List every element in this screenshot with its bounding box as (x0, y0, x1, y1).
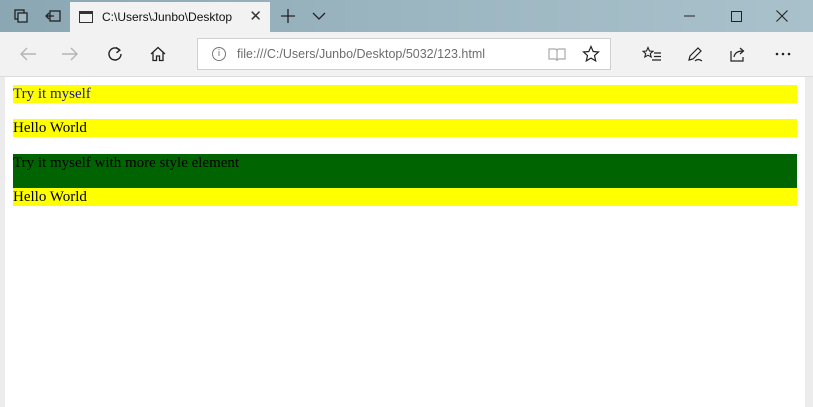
browser-window: C:\Users\Junbo\Desktop ✕ i file:///C:/Us… (0, 0, 813, 407)
favorites-hub-icon[interactable] (634, 32, 670, 76)
site-info-icon[interactable]: i (212, 47, 226, 61)
refresh-icon[interactable] (97, 32, 133, 76)
tab-close-icon[interactable]: ✕ (249, 9, 262, 24)
reading-view-icon[interactable] (548, 47, 566, 67)
page-content: Try it myself Hello World Try it myself … (5, 77, 805, 407)
title-bar: C:\Users\Junbo\Desktop ✕ (0, 0, 813, 32)
star-icon[interactable] (582, 45, 600, 68)
plus-icon[interactable] (276, 0, 300, 32)
back-arrow-icon[interactable] (10, 32, 46, 76)
active-tab[interactable]: C:\Users\Junbo\Desktop ✕ (70, 2, 270, 32)
set-aside-tabs-icon[interactable] (38, 0, 68, 32)
navigation-toolbar: i file:///C:/Users/Junbo/Desktop/5032/12… (0, 32, 813, 77)
paragraph-try-it-myself: Try it myself (13, 85, 797, 103)
address-text[interactable]: file:///C:/Users/Junbo/Desktop/5032/123.… (237, 47, 485, 61)
close-icon[interactable] (762, 0, 802, 32)
paragraph-more-style: Try it myself with more style element (13, 154, 797, 188)
tab-manager-icon[interactable] (6, 0, 36, 32)
forward-arrow-icon[interactable] (52, 32, 88, 76)
tab-title: C:\Users\Junbo\Desktop (102, 10, 233, 24)
page-icon (79, 11, 93, 23)
share-icon[interactable] (720, 32, 756, 76)
maximize-icon[interactable] (716, 0, 756, 32)
minimize-icon[interactable] (670, 0, 710, 32)
address-bar[interactable]: i file:///C:/Users/Junbo/Desktop/5032/12… (197, 38, 611, 70)
home-icon[interactable] (140, 32, 176, 76)
pen-icon[interactable] (677, 32, 713, 76)
window-right-edge (805, 77, 813, 407)
more-icon[interactable] (765, 32, 801, 76)
paragraph-hello-world-2: Hello World (13, 188, 797, 206)
chevron-down-icon[interactable] (306, 0, 332, 32)
paragraph-hello-world-1: Hello World (13, 119, 797, 137)
